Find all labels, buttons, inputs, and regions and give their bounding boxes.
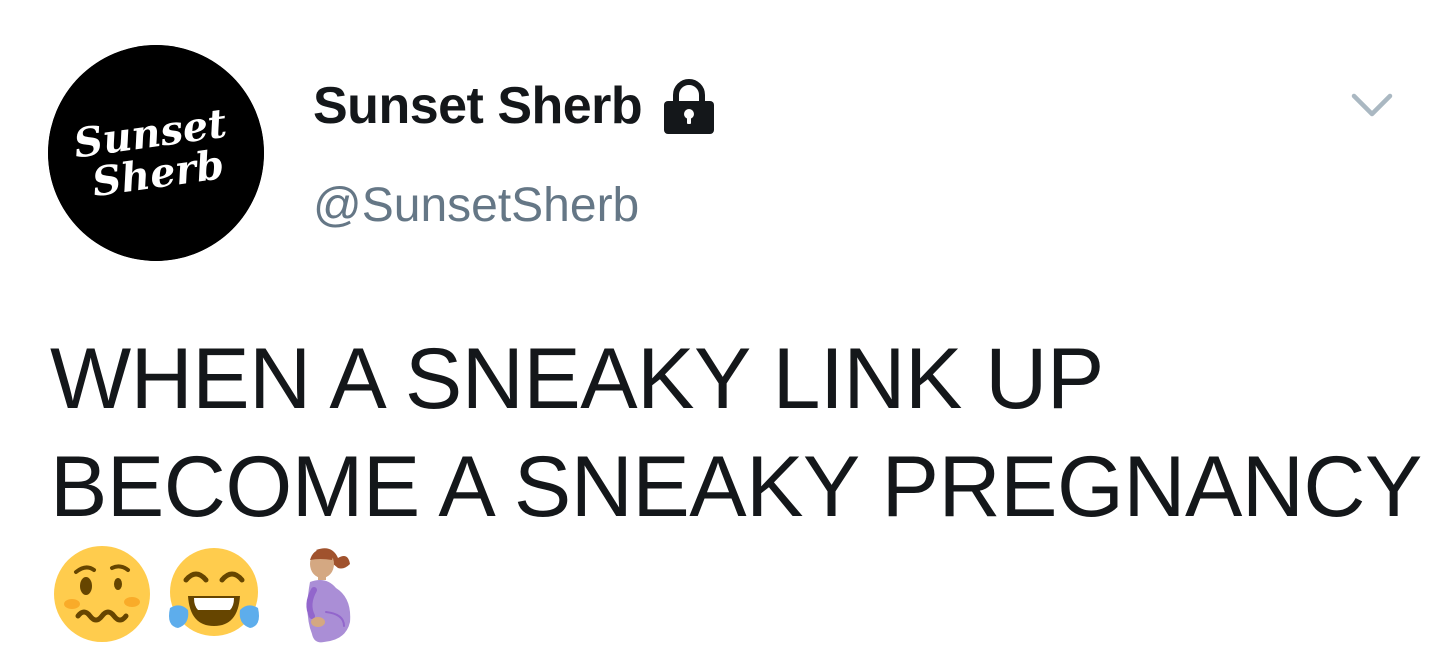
lock-icon — [664, 79, 715, 134]
face-with-tears-of-joy-emoji — [162, 542, 266, 646]
tweet-text: WHEN A SNEAKY LINK UP BECOME A SNEAKY PR… — [50, 325, 1422, 541]
author-display-name[interactable]: Sunset Sherb — [313, 76, 643, 136]
tweet-menu-button[interactable] — [1344, 82, 1400, 126]
chevron-down-icon — [1351, 93, 1393, 117]
emoji-row — [50, 544, 378, 644]
author-name-row: Sunset Sherb — [313, 76, 716, 136]
avatar-logo: Sunset Sherb — [48, 45, 264, 261]
author-handle[interactable]: @SunsetSherb — [313, 178, 639, 234]
pregnant-woman-emoji — [274, 542, 378, 646]
woozy-face-emoji — [50, 542, 154, 646]
tweet-text-line: WHEN A SNEAKY LINK UP — [50, 331, 1104, 427]
avatar[interactable]: Sunset Sherb — [48, 45, 264, 261]
tweet-text-line: BECOME A SNEAKY PREGNANCY — [50, 439, 1422, 535]
